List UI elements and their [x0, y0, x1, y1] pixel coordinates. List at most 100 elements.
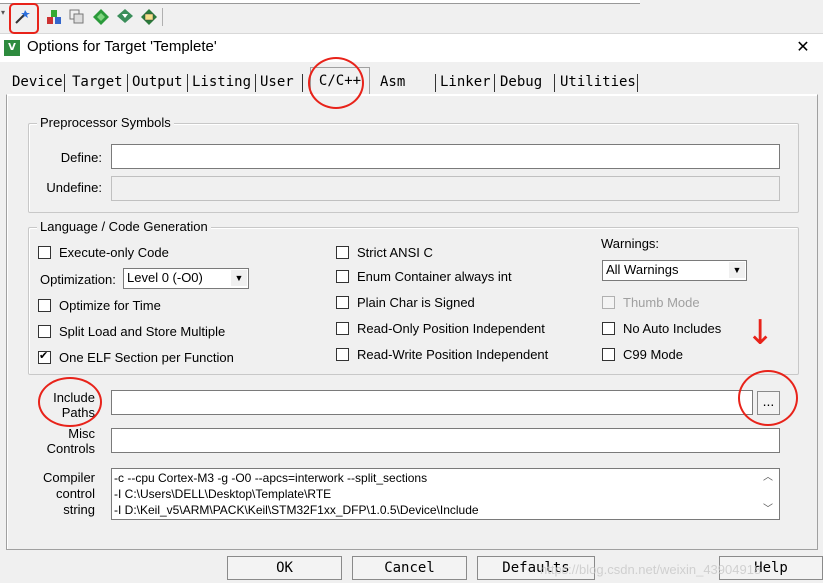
tab-utilities[interactable]: Utilities [556, 71, 640, 93]
include-paths-input[interactable] [111, 390, 753, 415]
misc-controls-input[interactable] [111, 428, 780, 453]
title-bar: V Options for Target 'Templete' ✕ [0, 34, 823, 62]
ro-pi-label: Read-Only Position Independent [357, 321, 545, 336]
undefine-input[interactable] [111, 176, 780, 201]
watermark: https://blog.csdn.net/weixin_43904918 [540, 562, 762, 577]
tab-separator [494, 74, 495, 92]
strict-ansi-label: Strict ANSI C [357, 245, 433, 260]
warnings-value: All Warnings [606, 262, 679, 277]
ro-pi-checkbox[interactable]: Read-Only Position Independent [336, 321, 545, 336]
compiler-control-textarea[interactable]: -c --cpu Cortex-M3 -g -O0 --apcs=interwo… [111, 468, 780, 520]
c99-mode-label: C99 Mode [623, 347, 683, 362]
tab-separator [554, 74, 555, 92]
checkbox-box-checked [38, 349, 51, 364]
compiler-control-line: -I C:\Users\DELL\Desktop\Template\RTE [114, 487, 332, 501]
tab-target[interactable]: Target [68, 71, 127, 93]
tab-device[interactable]: Device [8, 71, 67, 93]
include-paths-label-line2: Paths [61, 405, 95, 420]
split-load-label: Split Load and Store Multiple [59, 324, 226, 339]
compiler-control-label: Compiler control string [36, 470, 95, 518]
tab-debug[interactable]: Debug [496, 71, 546, 93]
misc-controls-label: Misc Controls [40, 426, 95, 456]
ok-button[interactable]: OK [227, 556, 342, 580]
tab-output[interactable]: Output [128, 71, 187, 93]
plain-char-label: Plain Char is Signed [357, 295, 475, 310]
toolbar-dropdown-icon[interactable]: ▾ [1, 8, 7, 26]
c99-mode-checkbox[interactable]: C99 Mode [602, 347, 683, 362]
scroll-up-icon[interactable]: ︿ [761, 471, 775, 485]
chevron-down-icon: ▼ [729, 262, 745, 278]
manage-icon[interactable] [140, 8, 158, 26]
enum-container-checkbox[interactable]: Enum Container always int [336, 269, 512, 284]
plain-char-checkbox[interactable]: Plain Char is Signed [336, 295, 475, 310]
checkbox-box [336, 246, 349, 259]
magic-wand-icon[interactable] [13, 8, 31, 26]
tab-separator [302, 74, 303, 92]
checkbox-box [602, 322, 615, 335]
scroll-down-icon[interactable]: ﹀ [761, 503, 775, 517]
checkbox-box [336, 348, 349, 361]
one-elf-label: One ELF Section per Function [59, 350, 234, 365]
optimization-value: Level 0 (-O0) [127, 270, 203, 285]
enum-container-label: Enum Container always int [357, 269, 512, 284]
checkbox-box [38, 299, 51, 312]
chevron-down-icon: ▼ [231, 270, 247, 286]
toolbar-separator [38, 8, 39, 26]
define-label: Define: [60, 150, 102, 165]
rw-pi-label: Read-Write Position Independent [357, 347, 549, 362]
misc-controls-label-line1: Misc [68, 426, 95, 441]
checkbox-box [336, 270, 349, 283]
toolbar-edit-strip [0, 0, 640, 4]
checkbox-box [38, 246, 51, 259]
strict-ansi-checkbox[interactable]: Strict ANSI C [336, 245, 433, 260]
copy-icon[interactable] [68, 8, 86, 26]
tab-separator [637, 74, 638, 92]
language-group-title: Language / Code Generation [37, 219, 211, 234]
one-elf-checkbox[interactable]: One ELF Section per Function [38, 349, 234, 365]
keil-app-icon: V [4, 40, 20, 56]
compiler-control-label-line2: control [55, 486, 95, 501]
toolbar-separator [162, 8, 163, 26]
close-icon[interactable]: ✕ [794, 38, 812, 56]
diamond-icon[interactable] [92, 8, 110, 26]
no-auto-includes-label: No Auto Includes [623, 321, 722, 336]
tab-listing[interactable]: Listing [188, 71, 255, 93]
include-paths-browse-button[interactable]: ... [757, 391, 780, 415]
compiler-control-label-line3: string [63, 502, 95, 517]
compiler-control-label-line1: Compiler [42, 470, 95, 485]
define-input[interactable] [111, 144, 780, 169]
checkbox-box [602, 348, 615, 361]
execute-only-checkbox[interactable]: Execute-only Code [38, 245, 169, 260]
checkbox-box [336, 296, 349, 309]
thumb-mode-checkbox: Thumb Mode [602, 295, 700, 310]
options-dialog: V Options for Target 'Templete' ✕ Device… [0, 34, 823, 583]
thumb-mode-label: Thumb Mode [623, 295, 700, 310]
include-paths-label: Include Paths [40, 390, 95, 420]
download-icon[interactable] [116, 8, 134, 26]
dialog-title: Options for Target 'Templete' [27, 38, 217, 55]
tab-linker[interactable]: Linker [436, 71, 495, 93]
optimize-time-label: Optimize for Time [59, 298, 161, 313]
tab-user[interactable]: User [256, 71, 298, 93]
compiler-control-line: -I D:\Keil_v5\ARM\PACK\Keil\STM32F1xx_DF… [114, 503, 479, 517]
toolbar: ▾ [0, 0, 823, 34]
undefine-label: Undefine: [46, 180, 102, 195]
tab-c-cpp[interactable]: C/C++ [310, 67, 370, 94]
cancel-button[interactable]: Cancel [352, 556, 467, 580]
execute-only-label: Execute-only Code [59, 245, 169, 260]
tab-separator [64, 74, 65, 92]
optimize-time-checkbox[interactable]: Optimize for Time [38, 298, 161, 313]
warnings-select[interactable]: All Warnings ▼ [602, 260, 747, 281]
no-auto-includes-checkbox[interactable]: No Auto Includes [602, 321, 721, 336]
annotation-arrow-down-icon: ↓ [746, 313, 775, 353]
optimization-select[interactable]: Level 0 (-O0) ▼ [123, 268, 249, 289]
rw-pi-checkbox[interactable]: Read-Write Position Independent [336, 347, 548, 362]
optimization-label: Optimization: [40, 272, 116, 287]
misc-controls-label-line2: Controls [46, 441, 95, 456]
tab-asm[interactable]: Asm [376, 71, 409, 93]
load-icon[interactable] [45, 8, 63, 26]
warnings-label: Warnings: [601, 236, 660, 251]
include-paths-label-line1: Include [53, 390, 95, 405]
checkbox-box [38, 325, 51, 338]
split-load-checkbox[interactable]: Split Load and Store Multiple [38, 324, 225, 339]
